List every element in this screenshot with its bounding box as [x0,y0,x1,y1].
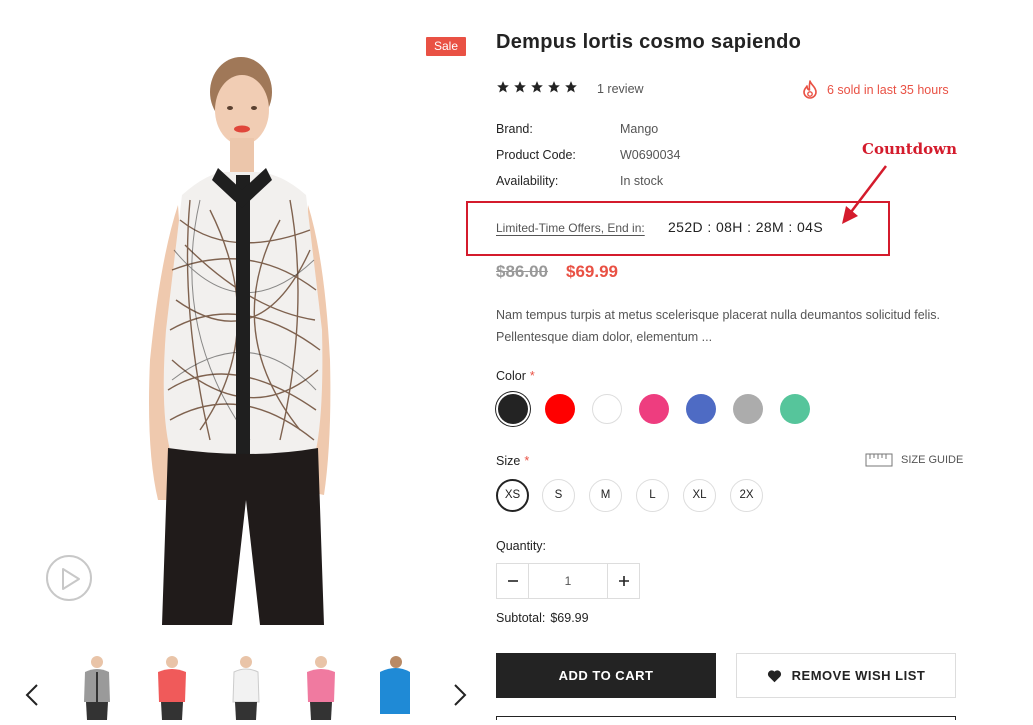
quantity-label: Quantity: [496,539,547,553]
color-swatch-gray[interactable] [733,394,763,424]
star-icon [548,81,560,93]
availability-value: In stock [620,174,664,188]
color-option-label: Color * [496,369,535,383]
thumbnail-next-arrow[interactable] [450,680,470,710]
wishlist-label: REMOVE WISH LIST [791,668,926,683]
quantity-increase-button[interactable] [608,564,639,598]
brand-label: Brand: [496,122,533,136]
subtotal: Subtotal: $69.99 [496,611,589,625]
subtotal-value: $69.99 [550,611,589,625]
color-swatch-black[interactable] [498,394,528,424]
thumbnail-strip [20,650,480,720]
star-rating[interactable] [496,80,578,98]
size-option-xs[interactable]: XS [496,479,529,512]
play-icon [62,568,80,590]
thumbnail-5[interactable] [374,654,414,720]
add-to-cart-button[interactable]: ADD TO CART [496,653,716,698]
required-mark: * [529,369,535,383]
size-option-l[interactable]: L [636,479,669,512]
size-option-2x[interactable]: 2X [730,479,763,512]
star-icon [497,81,509,93]
size-label-text: Size [496,454,521,468]
plus-icon [618,576,629,586]
next-button-edge [496,716,956,720]
thumbnail-2[interactable] [152,654,192,720]
sold-indicator: 6 sold in last 35 hours [801,80,949,100]
color-swatch-red[interactable] [545,394,575,424]
color-swatch-pink[interactable] [639,394,669,424]
review-count-link[interactable]: 1 review [597,82,644,96]
subtotal-label: Subtotal: [496,611,546,625]
size-option-label: Size * [496,454,529,468]
minus-icon [507,580,518,582]
product-code-label: Product Code: [496,148,576,162]
offer-label: Limited-Time Offers, End in: [496,221,645,235]
remove-wishlist-button[interactable]: REMOVE WISH LIST [736,653,956,698]
brand-value[interactable]: Mango [620,122,658,136]
play-video-button[interactable] [46,555,92,601]
size-guide-link[interactable]: SIZE GUIDE [865,453,963,467]
countdown-annotation-label: Countdown [862,140,957,158]
thumbnail-4[interactable] [301,654,341,720]
star-icon [565,81,577,93]
chevron-right-icon [454,684,467,706]
star-icon [531,81,543,93]
quantity-stepper [496,563,640,599]
size-option-xl[interactable]: XL [683,479,716,512]
sale-badge: Sale [426,37,466,56]
color-swatch-blue[interactable] [686,394,716,424]
color-swatch-white[interactable] [592,394,622,424]
star-icon [514,81,526,93]
heart-icon [767,669,781,682]
flame-icon [803,80,817,99]
old-price: $86.00 [496,262,548,281]
countdown-timer: 252D : 08H : 28M : 04S [668,219,824,235]
product-title: Dempus lortis cosmo sapiendo [496,31,802,53]
sale-price: $69.99 [566,262,618,281]
quantity-input[interactable] [528,564,608,598]
chevron-left-icon [25,684,38,706]
product-description: Nam tempus turpis at metus scelerisque p… [496,308,940,344]
ruler-icon [865,453,893,467]
sold-text: 6 sold in last 35 hours [827,83,949,97]
size-guide-text: SIZE GUIDE [901,454,964,466]
availability-label: Availability: [496,174,559,188]
size-option-m[interactable]: M [589,479,622,512]
color-label-text: Color [496,369,526,383]
required-mark: * [524,454,530,468]
size-option-s[interactable]: S [542,479,575,512]
thumbnail-prev-arrow[interactable] [22,680,42,710]
thumbnail-1[interactable] [77,654,117,720]
color-swatch-green[interactable] [780,394,810,424]
quantity-decrease-button[interactable] [497,564,528,598]
product-code-value: W0690034 [620,148,681,162]
product-main-image[interactable] [110,30,460,625]
thumbnail-3[interactable] [226,654,266,720]
